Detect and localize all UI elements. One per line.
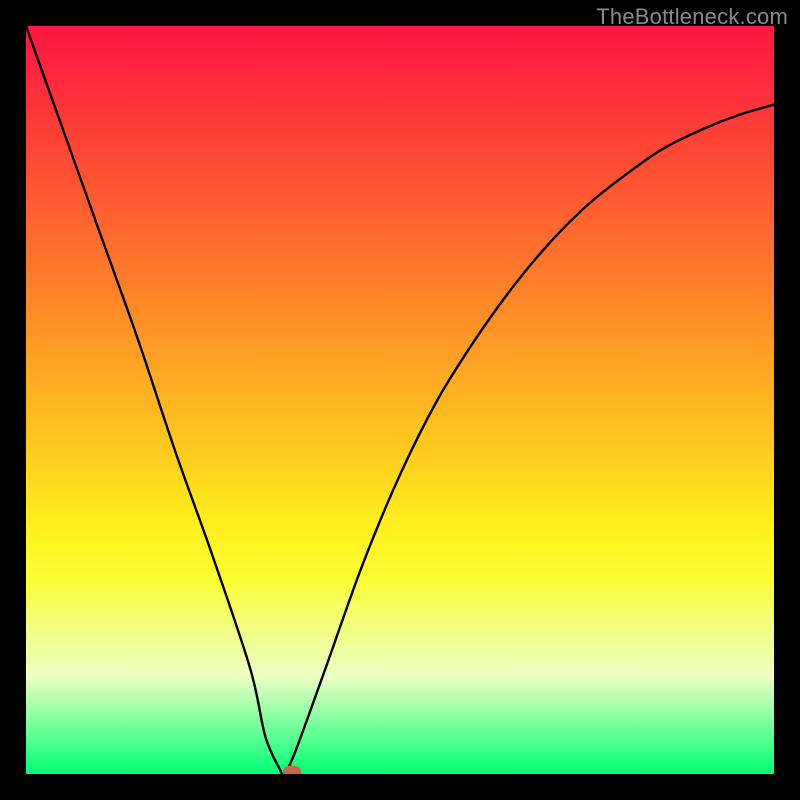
chart-plot-area: [26, 26, 774, 774]
optimal-point-marker: [283, 765, 301, 774]
chart-curve-svg: [26, 26, 774, 774]
bottleneck-curve: [26, 26, 774, 774]
